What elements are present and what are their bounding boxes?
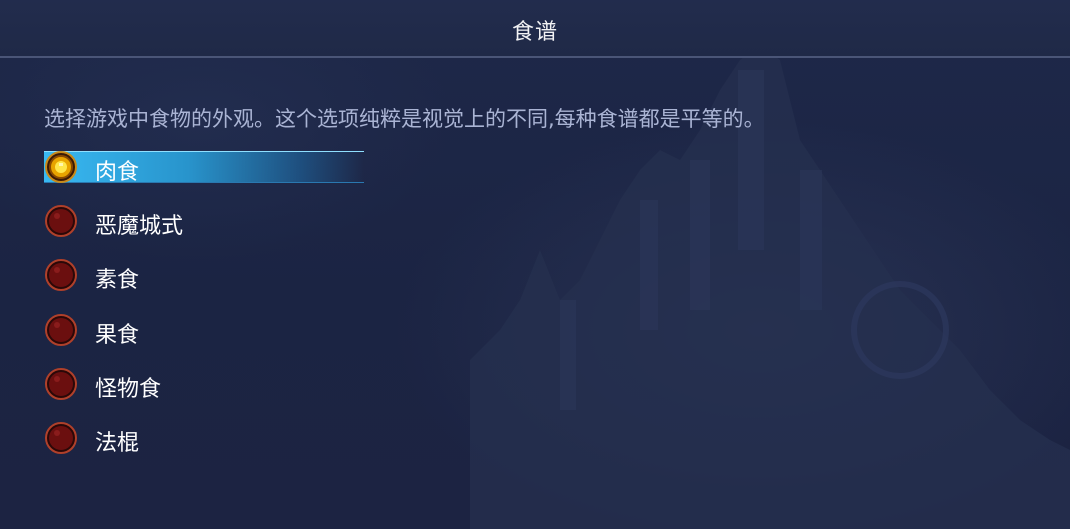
option-monster[interactable]: 怪物食: [44, 367, 464, 402]
description-text: 选择游戏中食物的外观。这个选项纯粹是视觉上的不同,每种食谱都是平等的。: [44, 107, 765, 131]
option-label: 法棍: [95, 431, 140, 456]
header-bar: 食谱: [0, 0, 1070, 58]
radio-selected-icon[interactable]: [44, 150, 78, 184]
page-title: 食谱: [511, 20, 558, 45]
radio-unselected-icon[interactable]: [44, 204, 78, 238]
option-label: 肉食: [95, 160, 140, 185]
option-castlevania[interactable]: 恶魔城式: [44, 204, 464, 239]
option-label: 恶魔城式: [95, 214, 184, 239]
option-fruit[interactable]: 果食: [44, 313, 464, 348]
option-vegetarian[interactable]: 素食: [44, 258, 464, 293]
option-label: 素食: [95, 268, 140, 293]
radio-unselected-icon[interactable]: [44, 313, 78, 347]
option-label: 怪物食: [95, 377, 162, 402]
radio-unselected-icon[interactable]: [44, 258, 78, 292]
option-meat[interactable]: 肉食: [44, 150, 464, 185]
option-label: 果食: [95, 323, 140, 348]
option-baguette[interactable]: 法棍: [44, 421, 464, 456]
selection-highlight: [44, 151, 364, 183]
radio-unselected-icon[interactable]: [44, 367, 78, 401]
radio-unselected-icon[interactable]: [44, 421, 78, 455]
